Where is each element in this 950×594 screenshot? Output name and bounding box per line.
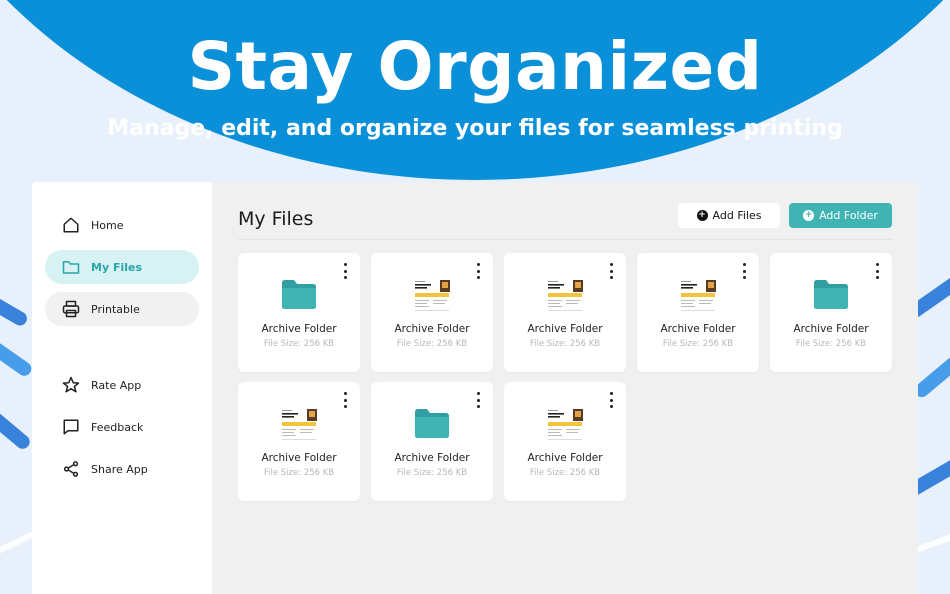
file-name: Archive Folder	[394, 323, 470, 335]
document-thumbnail-icon	[637, 277, 759, 315]
add-files-button[interactable]: + Add Files	[678, 203, 780, 228]
file-card[interactable]: Archive Folder File Size: 256 KB	[504, 253, 626, 372]
file-name: Archive Folder	[527, 323, 603, 335]
file-size: File Size: 256 KB	[396, 468, 468, 478]
file-name: Archive Folder	[261, 452, 337, 464]
folder-icon	[371, 406, 493, 442]
folder-icon	[770, 277, 892, 313]
feedback-icon	[61, 417, 81, 437]
sidebar-item-my-files[interactable]: My Files	[45, 250, 199, 284]
file-size: File Size: 256 KB	[795, 339, 867, 349]
sidebar-item-label: Feedback	[91, 420, 144, 434]
decor-streak	[0, 285, 30, 329]
folder-icon	[238, 277, 360, 313]
file-size: File Size: 256 KB	[396, 339, 468, 349]
decor-streak	[915, 533, 950, 553]
file-size: File Size: 256 KB	[662, 339, 734, 349]
sidebar-item-rate-app[interactable]: Rate App	[45, 368, 199, 402]
main-content: My Files + Add Files + Add Folder Archiv…	[212, 182, 918, 594]
document-thumbnail-icon	[504, 277, 626, 315]
file-card[interactable]: Archive Folder File Size: 256 KB	[504, 382, 626, 501]
file-card[interactable]: Archive Folder File Size: 256 KB	[238, 382, 360, 501]
file-name: Archive Folder	[660, 323, 736, 335]
sidebar-item-label: Home	[91, 218, 124, 232]
star-icon	[61, 375, 81, 395]
decor-streak	[0, 402, 33, 452]
file-size: File Size: 256 KB	[529, 339, 601, 349]
sidebar-item-label: Share App	[91, 462, 148, 476]
document-thumbnail-icon	[504, 406, 626, 444]
document-thumbnail-icon	[238, 406, 360, 444]
share-icon	[61, 459, 81, 479]
plus-circle-icon: +	[696, 210, 708, 221]
app-window: Home My Files Printable Rate App Feedbac…	[32, 182, 918, 594]
sidebar: Home My Files Printable Rate App Feedbac…	[32, 182, 212, 594]
home-icon	[61, 215, 81, 235]
hero-title: Stay Organized	[187, 28, 763, 105]
document-thumbnail-icon	[371, 277, 493, 315]
decor-streak	[0, 335, 35, 379]
file-card[interactable]: Archive Folder File Size: 256 KB	[371, 382, 493, 501]
sidebar-item-printable[interactable]: Printable	[45, 292, 199, 326]
file-card[interactable]: Archive Folder File Size: 256 KB	[637, 253, 759, 372]
sidebar-item-share-app[interactable]: Share App	[45, 452, 199, 486]
file-size: File Size: 256 KB	[529, 468, 601, 478]
add-files-label: Add Files	[712, 209, 762, 222]
sidebar-item-label: Printable	[91, 302, 140, 316]
file-name: Archive Folder	[394, 452, 470, 464]
file-card[interactable]: Archive Folder File Size: 256 KB	[371, 253, 493, 372]
file-name: Archive Folder	[793, 323, 869, 335]
header-actions: + Add Files + Add Folder	[678, 203, 892, 228]
hero-subtitle: Manage, edit, and organize your files fo…	[107, 116, 843, 141]
file-size: File Size: 256 KB	[263, 468, 335, 478]
main-header: My Files + Add Files + Add Folder	[238, 202, 892, 240]
sidebar-item-label: Rate App	[91, 378, 142, 392]
page-title: My Files	[238, 207, 314, 230]
file-grid: Archive Folder File Size: 256 KB Archive F…	[238, 253, 892, 501]
file-size: File Size: 256 KB	[263, 339, 335, 349]
file-card[interactable]: Archive Folder File Size: 256 KB	[238, 253, 360, 372]
plus-circle-icon: +	[803, 210, 815, 221]
sidebar-item-home[interactable]: Home	[45, 208, 199, 242]
printer-icon	[61, 299, 81, 319]
folder-icon	[61, 257, 81, 277]
file-name: Archive Folder	[261, 323, 337, 335]
file-name: Archive Folder	[527, 452, 603, 464]
add-folder-label: Add Folder	[819, 209, 878, 222]
sidebar-item-feedback[interactable]: Feedback	[45, 410, 199, 444]
sidebar-item-label: My Files	[91, 260, 143, 274]
add-folder-button[interactable]: + Add Folder	[789, 203, 892, 228]
file-card[interactable]: Archive Folder File Size: 256 KB	[770, 253, 892, 372]
